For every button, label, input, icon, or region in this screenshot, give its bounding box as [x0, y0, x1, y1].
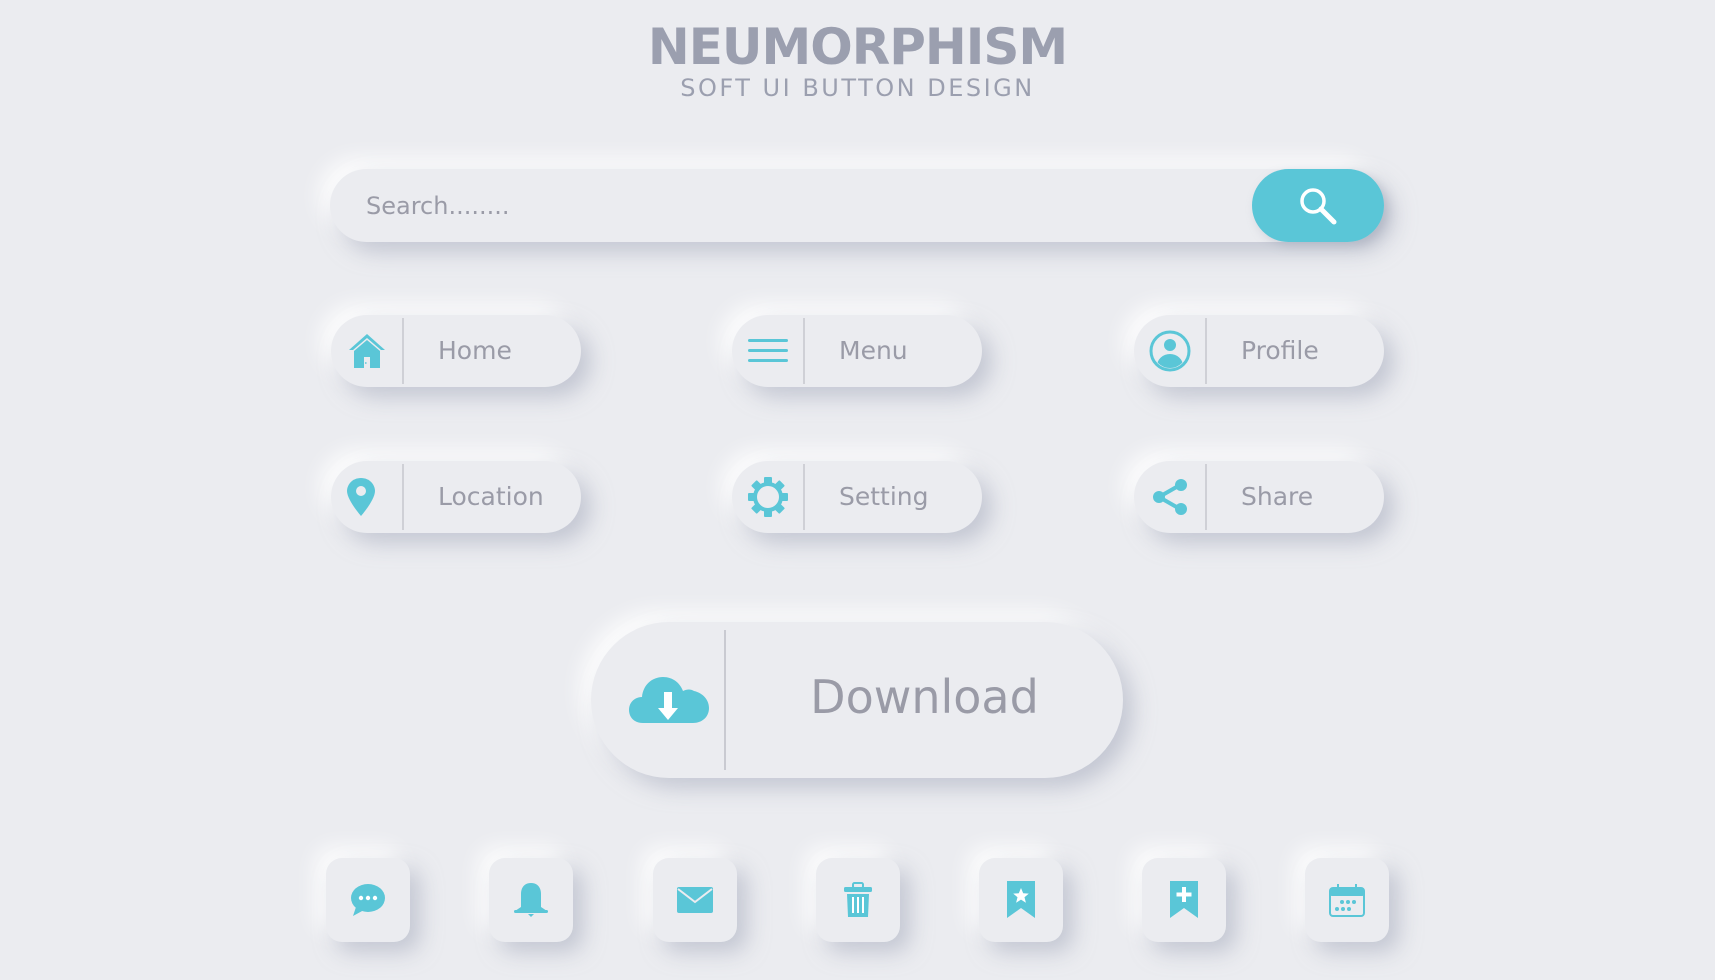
menu-icon	[748, 339, 788, 362]
profile-button[interactable]: Profile	[1134, 315, 1384, 387]
divider	[1205, 318, 1207, 384]
bell-icon	[514, 883, 548, 917]
delete-button[interactable]	[816, 858, 900, 942]
download-label: Download	[810, 670, 1039, 724]
calendar-button[interactable]	[1305, 858, 1389, 942]
home-button[interactable]: Home	[331, 315, 581, 387]
menu-button[interactable]: Menu	[732, 315, 982, 387]
gear-icon	[748, 477, 788, 517]
cloud-download-icon	[629, 677, 709, 723]
notifications-button[interactable]	[489, 858, 573, 942]
menu-label: Menu	[839, 336, 908, 365]
search-bar	[330, 169, 1384, 242]
mail-button[interactable]	[653, 858, 737, 942]
divider	[803, 464, 805, 530]
add-bookmark-button[interactable]	[1142, 858, 1226, 942]
setting-button[interactable]: Setting	[732, 461, 982, 533]
trash-icon	[844, 882, 872, 917]
home-icon	[349, 334, 385, 368]
divider	[402, 318, 404, 384]
share-label: Share	[1241, 482, 1314, 511]
setting-label: Setting	[839, 482, 929, 511]
home-label: Home	[438, 336, 512, 365]
download-button[interactable]: Download	[591, 622, 1123, 778]
calendar-icon	[1329, 884, 1365, 917]
chat-button[interactable]	[326, 858, 410, 942]
profile-icon	[1149, 330, 1191, 372]
chat-bubble-icon	[351, 884, 385, 916]
bookmark-star-icon	[1007, 881, 1035, 918]
search-input[interactable]	[366, 169, 1246, 242]
favorite-bookmark-button[interactable]	[979, 858, 1063, 942]
location-pin-icon	[347, 478, 375, 516]
bookmark-plus-icon	[1170, 881, 1198, 918]
page-subtitle: SOFT UI BUTTON DESIGN	[680, 74, 1035, 102]
search-button[interactable]	[1252, 169, 1384, 242]
divider	[803, 318, 805, 384]
divider	[1205, 464, 1207, 530]
envelope-icon	[677, 887, 713, 913]
divider	[402, 464, 404, 530]
search-icon	[1300, 187, 1337, 224]
location-label: Location	[438, 482, 544, 511]
page-title: NEUMORPHISM	[647, 18, 1068, 76]
share-icon	[1153, 479, 1187, 515]
location-button[interactable]: Location	[331, 461, 581, 533]
profile-label: Profile	[1241, 336, 1319, 365]
share-button[interactable]: Share	[1134, 461, 1384, 533]
